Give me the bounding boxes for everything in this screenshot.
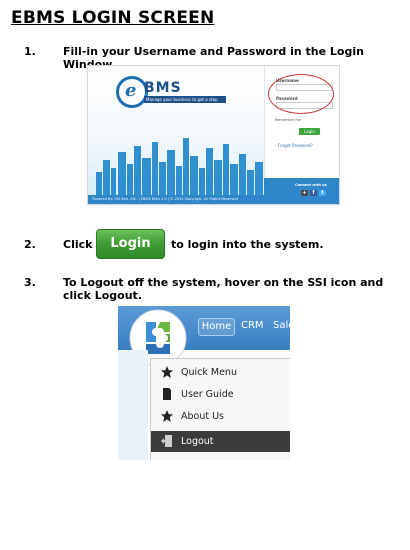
ebms-brand-text: BMS — [144, 80, 182, 96]
tab-home[interactable]: Home — [198, 318, 235, 336]
tab-sale[interactable]: Sale — [273, 320, 290, 331]
menu-item-user-guide[interactable]: User Guide — [151, 384, 290, 405]
star-icon — [161, 410, 173, 422]
menu-item-logout[interactable]: Logout — [151, 431, 290, 452]
page-title: EBMS LOGIN SCREEN — [11, 8, 215, 28]
step-1-number: 1. — [24, 45, 36, 58]
step-3-text-line2: click Logout. — [63, 289, 142, 302]
logout-door-icon — [161, 435, 172, 447]
twitter-icon[interactable]: t — [319, 190, 326, 196]
login-button-image: Login — [96, 229, 165, 259]
logout-menu-screenshot: Home CRM Sale Quick Menu User Guide Abou… — [118, 306, 290, 460]
ebms-tagline: Manage your business to get a step — [144, 96, 226, 103]
login-banner: e BMS Manage your business to get a step — [88, 66, 264, 196]
step-3-number: 3. — [24, 276, 36, 289]
login-footer: Powered By: SSI Soft, INC. | EBMS Beta 1… — [88, 195, 339, 204]
step-3-text-line1: To Logout off the system, hover on the S… — [63, 276, 384, 289]
login-form-button[interactable]: Login — [299, 128, 320, 135]
document-icon — [163, 388, 171, 400]
star-icon — [161, 366, 173, 378]
remember-me-checkbox[interactable]: Remember me — [275, 118, 301, 122]
step-2-text-after: to login into the system. — [171, 238, 324, 251]
annotation-circle — [268, 74, 334, 114]
facebook-icon[interactable]: f — [310, 190, 317, 196]
tab-crm[interactable]: CRM — [241, 320, 264, 331]
forgot-password-link[interactable]: Forgot Password? — [278, 143, 313, 148]
connect-label: Connect with us — [295, 183, 327, 187]
menu-item-about-us[interactable]: About Us — [151, 406, 290, 427]
city-skyline-icon — [96, 138, 263, 196]
share-icon[interactable]: + — [301, 190, 308, 196]
footer-text: Powered By: SSI Soft, INC. | EBMS Beta 1… — [92, 197, 238, 201]
step-2-text-before: Click — [63, 238, 93, 251]
ssi-dropdown-menu: Quick Menu User Guide About Us Logout — [150, 358, 290, 460]
step-2-number: 2. — [24, 238, 36, 251]
menu-item-quick-menu[interactable]: Quick Menu — [151, 362, 290, 383]
login-window-screenshot: e BMS Manage your business to get a step… — [87, 65, 340, 205]
sidebar-strip — [118, 350, 148, 460]
